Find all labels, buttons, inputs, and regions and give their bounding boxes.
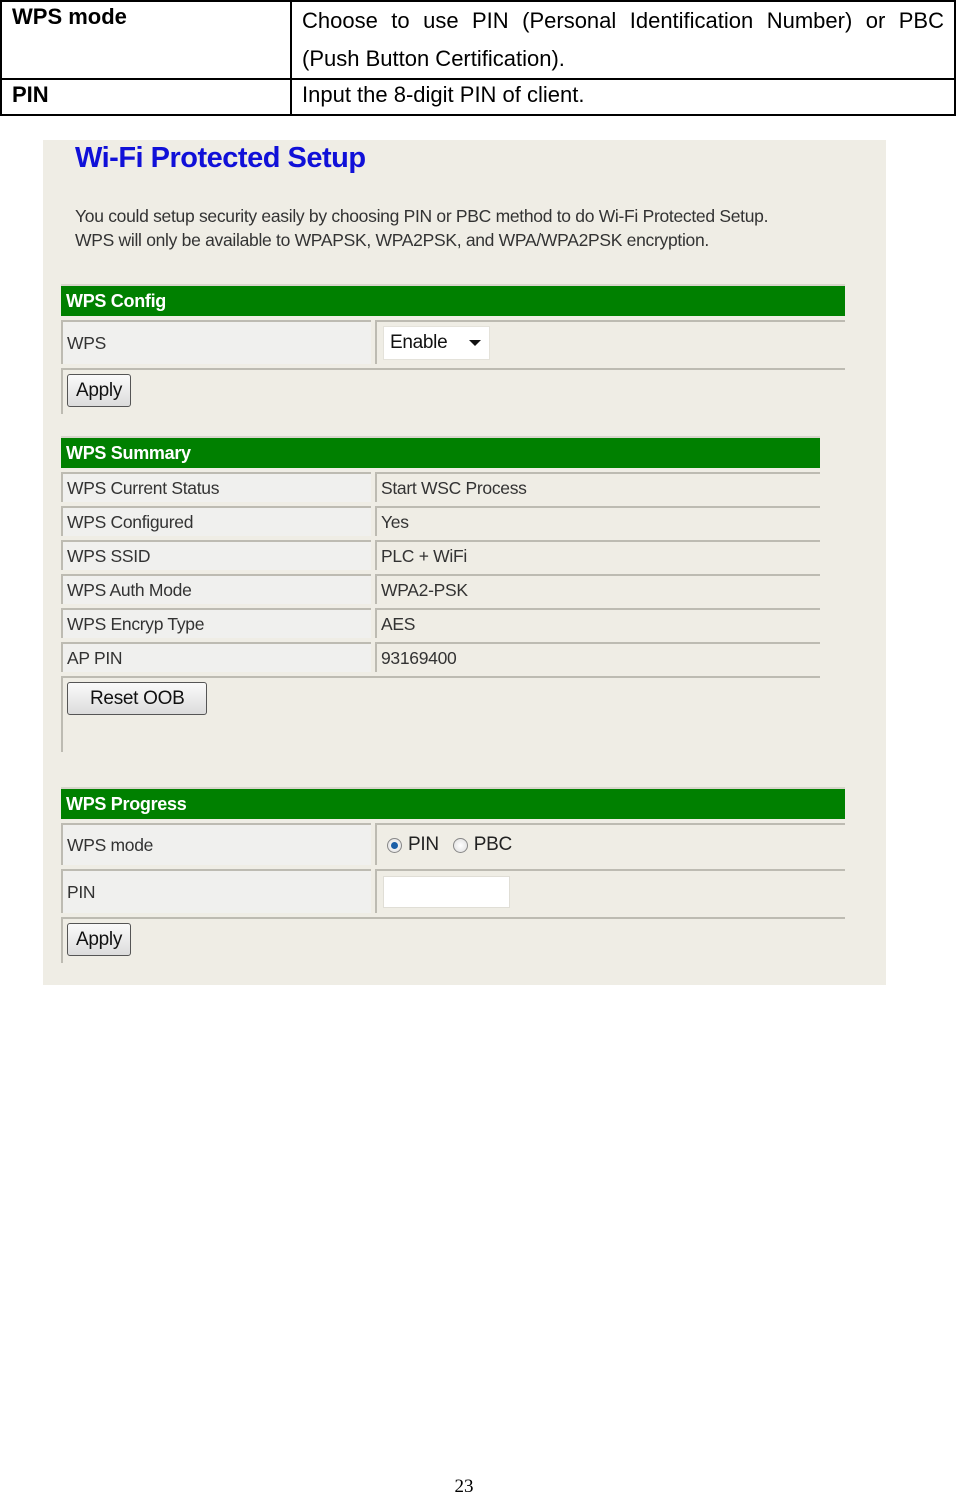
wps-mode-value-cell: PIN PBC: [375, 823, 845, 865]
wps-summary-actions-row: Reset OOB: [61, 676, 820, 752]
summary-row: WPS Configured Yes: [61, 506, 820, 536]
radio-pin[interactable]: PIN: [387, 834, 439, 856]
description-row: PIN Input the 8-digit PIN of client.: [0, 78, 956, 116]
wps-summary-section: WPS Summary WPS Current Status Start WSC …: [61, 436, 820, 752]
radio-pbc[interactable]: PBC: [452, 834, 512, 856]
term-pin: PIN: [0, 78, 292, 116]
summary-row-label: WPS SSID: [61, 540, 371, 570]
summary-row: WPS Current Status Start WSC Process: [61, 472, 820, 502]
radio-pbc-label: PBC: [473, 834, 512, 855]
wps-progress-apply-button[interactable]: Apply: [67, 923, 132, 956]
summary-row-label: WPS Auth Mode: [61, 574, 371, 604]
wps-value-cell: Enable: [375, 320, 845, 364]
intro-text: You could setup security easily by choos…: [75, 204, 768, 252]
wps-progress-header: WPS Progress: [61, 787, 845, 819]
description-table: WPS mode Choose to use PIN (Personal Ide…: [0, 0, 956, 116]
wps-summary-actions-cell: Reset OOB: [61, 676, 820, 752]
summary-row: WPS Auth Mode WPA2-PSK: [61, 574, 820, 604]
wps-summary-rows: WPS Current Status Start WSC Process WPS C…: [61, 472, 820, 672]
summary-row-label: WPS Encryp Type: [61, 608, 371, 638]
wps-select[interactable]: Enable: [383, 326, 490, 360]
wps-progress-section: WPS Progress WPS mode PIN PBC PIN Apply: [61, 787, 845, 963]
summary-row: WPS Encryp Type AES: [61, 608, 820, 638]
term-wps-mode: WPS mode: [0, 0, 292, 80]
definition-pin: Input the 8-digit PIN of client.: [290, 78, 956, 116]
wps-config-actions-cell: Apply: [61, 368, 845, 414]
wps-mode-label: WPS mode: [61, 823, 371, 865]
summary-row: AP PIN 93169400: [61, 642, 820, 672]
radio-pbc-indicator[interactable]: [452, 837, 468, 853]
wps-progress-actions-cell: Apply: [61, 917, 845, 963]
wps-mode-row: WPS mode PIN PBC: [61, 823, 845, 865]
pin-label: PIN: [61, 869, 371, 913]
pin-value-cell: [375, 869, 845, 913]
wps-progress-actions-row: Apply: [61, 917, 845, 963]
intro-line-2: WPS will only be available to WPAPSK, WP…: [75, 230, 709, 250]
wps-select-value: Enable: [390, 332, 448, 353]
summary-row-label: WPS Configured: [61, 506, 371, 536]
wps-config-section: WPS Config WPS Enable Apply: [61, 284, 845, 414]
radio-pin-indicator[interactable]: [387, 837, 402, 853]
definition-wps-mode: Choose to use PIN (Personal Identificati…: [290, 0, 956, 80]
pin-row: PIN: [61, 869, 845, 913]
radio-pin-label: PIN: [408, 834, 439, 855]
summary-row-label: WPS Current Status: [61, 472, 371, 502]
wps-summary-header: WPS Summary: [61, 436, 820, 468]
summary-row-value: PLC + WiFi: [375, 540, 820, 570]
summary-row-value: WPA2-PSK: [375, 574, 820, 604]
wps-label: WPS: [61, 320, 371, 364]
chevron-down-icon: [469, 340, 481, 346]
summary-row-value: AES: [375, 608, 820, 638]
summary-row-label: AP PIN: [61, 642, 371, 672]
wps-config-apply-button[interactable]: Apply: [67, 374, 132, 407]
summary-row-value: Start WSC Process: [375, 472, 820, 502]
wps-config-header: WPS Config: [61, 284, 845, 316]
reset-oob-button[interactable]: Reset OOB: [67, 682, 208, 715]
intro-line-1: You could setup security easily by choos…: [75, 206, 769, 226]
page-title: Wi-Fi Protected Setup: [75, 142, 366, 174]
description-row: WPS mode Choose to use PIN (Personal Ide…: [0, 0, 956, 80]
wps-screenshot-panel: Wi-Fi Protected Setup You could setup se…: [43, 140, 886, 985]
page-number: 23: [454, 1476, 474, 1497]
wps-row: WPS Enable: [61, 320, 845, 364]
wps-config-actions-row: Apply: [61, 368, 845, 414]
summary-row-value: 93169400: [375, 642, 820, 672]
pin-input[interactable]: [383, 876, 510, 908]
summary-row-value: Yes: [375, 506, 820, 536]
summary-row: WPS SSID PLC + WiFi: [61, 540, 820, 570]
